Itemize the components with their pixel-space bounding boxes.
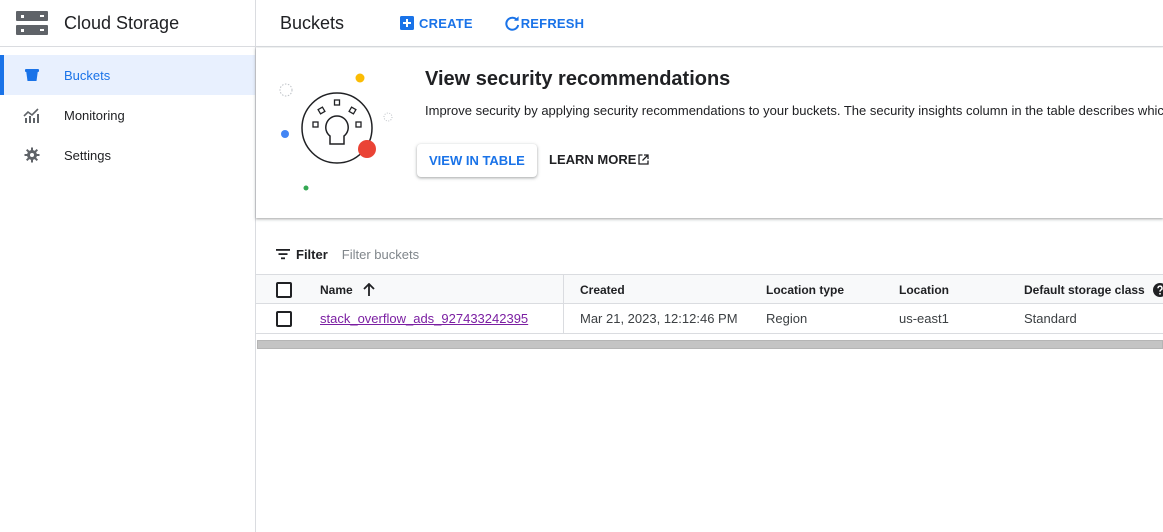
horizontal-scrollbar[interactable]: [257, 340, 1163, 349]
select-all-cell: [276, 275, 292, 304]
main-content: Buckets CREATE REFRESH View security rec…: [256, 0, 1163, 532]
create-button[interactable]: CREATE: [400, 16, 473, 31]
page-title: Buckets: [280, 12, 345, 33]
create-button-label: CREATE: [419, 15, 473, 31]
filter-icon: [276, 249, 290, 260]
sidebar-item-monitoring[interactable]: Monitoring: [0, 95, 255, 135]
security-lightbulb-illustration: [279, 73, 393, 191]
filter-bar: Filter: [276, 244, 642, 264]
select-all-checkbox[interactable]: [276, 281, 292, 298]
sidebar-item-label: Monitoring: [64, 107, 125, 123]
top-toolbar: Buckets CREATE REFRESH: [256, 0, 1163, 47]
bucket-icon: [23, 66, 41, 84]
table-header-row: Name Created Location type Location Defa…: [256, 274, 1163, 304]
buckets-table: Name Created Location type Location Defa…: [256, 274, 1163, 334]
column-header-label: Name: [320, 282, 353, 297]
column-divider: [563, 274, 564, 334]
row-checkbox[interactable]: [276, 310, 292, 327]
sidebar-item-label: Settings: [64, 147, 111, 163]
learn-more-link[interactable]: LEARN MORE: [549, 152, 650, 167]
created-cell: Mar 21, 2023, 12:12:46 PM: [580, 311, 738, 326]
banner-description: Improve security by applying security re…: [425, 103, 1163, 118]
sort-arrow-up-icon: [363, 282, 375, 296]
column-header-created[interactable]: Created: [580, 275, 625, 304]
view-in-table-button[interactable]: VIEW IN TABLE: [417, 144, 537, 177]
column-header-label: Default storage class: [1024, 282, 1145, 297]
column-header-name[interactable]: Name: [320, 275, 375, 304]
open-in-new-icon: [638, 154, 650, 165]
app-title: Cloud Storage: [64, 12, 180, 33]
row-select-cell: [276, 304, 292, 333]
storage-logo-icon: [16, 11, 48, 35]
sidebar-item-label: Buckets: [64, 67, 111, 83]
column-header-location-type[interactable]: Location type: [766, 275, 844, 304]
help-icon[interactable]: [1152, 282, 1163, 297]
sidebar: Cloud Storage Buckets Monitoring Setting…: [0, 0, 256, 532]
bucket-name-link[interactable]: stack_overflow_ads_927433242395: [320, 304, 528, 333]
sidebar-item-buckets[interactable]: Buckets: [0, 55, 255, 95]
filter-label: Filter: [296, 246, 328, 262]
column-header-storage-class[interactable]: Default storage class: [1024, 275, 1163, 304]
sidebar-item-settings[interactable]: Settings: [0, 135, 255, 175]
app-window: Cloud Storage Buckets Monitoring Setting…: [0, 0, 1163, 532]
refresh-icon: [505, 15, 520, 31]
location-cell: us-east1: [899, 311, 949, 326]
security-recommendations-banner: View security recommendations Improve se…: [256, 48, 1163, 218]
refresh-button[interactable]: REFRESH: [505, 16, 585, 31]
storage-class-cell: Standard: [1024, 311, 1077, 326]
location-type-cell: Region: [766, 311, 808, 326]
sidebar-nav: Buckets Monitoring Settings: [0, 47, 255, 175]
gear-icon: [23, 146, 41, 164]
monitoring-icon: [23, 106, 41, 124]
sidebar-header: Cloud Storage: [0, 0, 255, 47]
learn-more-label: LEARN MORE: [549, 152, 637, 167]
bucket-name[interactable]: stack_overflow_ads_927433242395: [320, 311, 528, 326]
filter-buckets-input[interactable]: [341, 246, 642, 262]
refresh-button-label: REFRESH: [520, 15, 585, 31]
table-row: stack_overflow_ads_927433242395 Mar 21, …: [256, 304, 1163, 334]
banner-title: View security recommendations: [425, 68, 731, 90]
column-header-location[interactable]: Location: [899, 275, 949, 304]
add-box-icon: [400, 16, 415, 30]
